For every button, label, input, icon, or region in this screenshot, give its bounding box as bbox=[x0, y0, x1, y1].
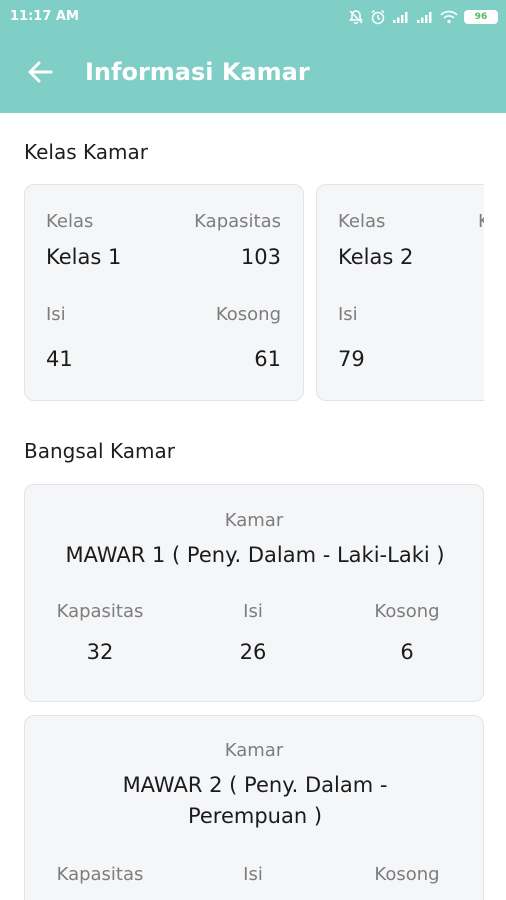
toolbar: Informasi Kamar bbox=[0, 34, 506, 113]
signal-icon bbox=[392, 10, 410, 24]
kosong-column: Kosong bbox=[332, 864, 482, 885]
kosong-value: 6 bbox=[400, 640, 414, 664]
isi-column: Isi bbox=[178, 864, 328, 885]
kamar-label: Kamar bbox=[224, 740, 284, 761]
kamar-name: MAWAR 1 ( Peny. Dalam - Laki-Laki ) bbox=[65, 543, 445, 567]
kelas-value: Kelas 1 bbox=[46, 245, 122, 269]
wifi-icon bbox=[440, 10, 458, 24]
kamar-name-line-1: MAWAR 2 ( Peny. Dalam - bbox=[122, 773, 388, 797]
isi-label: Isi bbox=[46, 304, 66, 325]
kamar-label: Kamar bbox=[224, 510, 284, 531]
kelas-value: Kelas 2 bbox=[338, 245, 414, 269]
kosong-label: Kosong bbox=[374, 601, 440, 622]
isi-value: 26 bbox=[239, 640, 267, 664]
kapasitas-label: Kapasitas bbox=[194, 211, 281, 232]
isi-value: 79 bbox=[338, 347, 365, 371]
kosong-label: Kosong bbox=[215, 304, 281, 325]
kelas-card[interactable]: Kelas Kapasitas Kelas 2 Isi 79 bbox=[316, 184, 484, 401]
alarm-icon bbox=[370, 9, 386, 25]
battery-icon: 96 bbox=[464, 10, 498, 24]
kamar-name: MAWAR 2 ( Peny. Dalam - Perempuan ) bbox=[55, 770, 455, 832]
kelas-card[interactable]: Kelas Kapasitas Kelas 1 103 Isi Kosong 4… bbox=[24, 184, 304, 401]
app-bar: 11:17 AM 96 Informasi Kamar bbox=[0, 0, 506, 113]
back-button[interactable] bbox=[22, 56, 58, 92]
back-arrow-icon bbox=[27, 60, 53, 88]
kosong-value: 61 bbox=[254, 347, 281, 371]
kapasitas-value: 103 bbox=[240, 245, 281, 269]
kapasitas-label: Kapasitas bbox=[478, 211, 484, 232]
kapasitas-label: Kapasitas bbox=[56, 601, 144, 622]
bangsal-card[interactable]: Kamar MAWAR 1 ( Peny. Dalam - Laki-Laki … bbox=[24, 484, 484, 702]
kosong-column: Kosong 6 bbox=[332, 601, 482, 664]
section-title-kelas: Kelas Kamar bbox=[24, 140, 148, 164]
isi-label: Isi bbox=[243, 601, 263, 622]
kosong-label: Kosong bbox=[374, 864, 440, 885]
bell-off-icon bbox=[348, 9, 364, 25]
status-time: 11:17 AM bbox=[10, 9, 79, 24]
kelas-label: Kelas bbox=[46, 211, 94, 232]
status-icons: 96 bbox=[348, 7, 498, 27]
status-bar: 11:17 AM 96 bbox=[0, 0, 506, 34]
page-title: Informasi Kamar bbox=[85, 58, 310, 86]
kapasitas-label: Kapasitas bbox=[56, 864, 144, 885]
kapasitas-column: Kapasitas bbox=[25, 864, 175, 885]
isi-label: Isi bbox=[243, 864, 263, 885]
kapasitas-value: 32 bbox=[86, 640, 114, 664]
kapasitas-column: Kapasitas 32 bbox=[25, 601, 175, 664]
section-title-bangsal: Bangsal Kamar bbox=[24, 439, 175, 463]
isi-label: Isi bbox=[338, 304, 358, 325]
kamar-name-line-2: Perempuan ) bbox=[187, 804, 323, 828]
bangsal-card[interactable]: Kamar MAWAR 2 ( Peny. Dalam - Perempuan … bbox=[24, 715, 484, 900]
signal-icon-2 bbox=[416, 10, 434, 24]
kelas-label: Kelas bbox=[338, 211, 386, 232]
isi-column: Isi 26 bbox=[178, 601, 328, 664]
kelas-carousel[interactable]: Kelas Kapasitas Kelas 1 103 Isi Kosong 4… bbox=[0, 184, 484, 402]
isi-value: 41 bbox=[46, 347, 73, 371]
